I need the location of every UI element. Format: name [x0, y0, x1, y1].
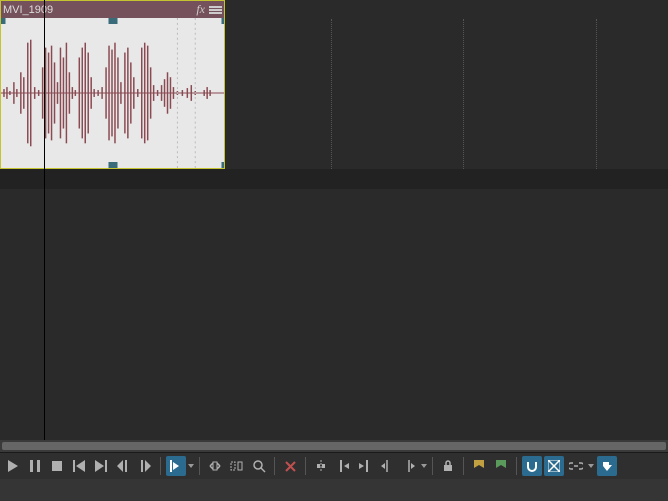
keyframe-handle-icon[interactable] [222, 162, 226, 168]
toolbar-separator [463, 457, 464, 475]
audio-clip[interactable]: MVI_1909 fx [0, 0, 225, 169]
toolbar-separator [160, 457, 161, 475]
zoom-tool-button[interactable] [249, 456, 269, 476]
link-dropdown-icon[interactable] [587, 464, 595, 468]
tool-button[interactable] [597, 456, 617, 476]
mark-in-button[interactable] [166, 456, 186, 476]
split-dropdown-icon[interactable] [420, 464, 428, 468]
clip-title-label: MVI_1909 [3, 4, 196, 16]
keyframe-handle-icon[interactable] [109, 18, 118, 24]
next-button[interactable] [91, 456, 111, 476]
step-fwd-button[interactable] [135, 456, 155, 476]
marker-green-button[interactable] [491, 456, 511, 476]
snap-button[interactable] [522, 456, 542, 476]
lock-button[interactable] [438, 456, 458, 476]
pause-button[interactable] [25, 456, 45, 476]
stop-button[interactable] [47, 456, 67, 476]
keyframe-handle-icon[interactable] [109, 162, 118, 168]
razor-button[interactable] [311, 456, 331, 476]
prev-button[interactable] [69, 456, 89, 476]
delete-button[interactable] [280, 456, 300, 476]
link-button[interactable] [566, 456, 586, 476]
toolbar-separator [199, 457, 200, 475]
clip-header[interactable]: MVI_1909 fx [1, 1, 224, 18]
play-button[interactable] [3, 456, 23, 476]
scrollbar-thumb[interactable] [2, 442, 666, 450]
toolbar-separator [305, 457, 306, 475]
split-left-button[interactable] [377, 456, 397, 476]
mark-dropdown-icon[interactable] [187, 464, 195, 468]
next-edit-button[interactable] [355, 456, 375, 476]
time-ruler-tick [463, 19, 464, 169]
playhead[interactable] [44, 0, 45, 440]
clip-menu-icon[interactable] [209, 3, 222, 16]
slip-tool-button[interactable] [205, 456, 225, 476]
toolbar-separator [274, 457, 275, 475]
marker-yellow-button[interactable] [469, 456, 489, 476]
track-separator [0, 169, 668, 189]
split-right-button[interactable] [399, 456, 419, 476]
bottom-gutter [0, 479, 668, 501]
time-ruler-tick [596, 19, 597, 169]
ripple-tool-button[interactable] [227, 456, 247, 476]
zero-cross-button[interactable] [544, 456, 564, 476]
waveform-display [1, 18, 224, 168]
fx-icon[interactable]: fx [196, 2, 205, 17]
step-back-button[interactable] [113, 456, 133, 476]
horizontal-scrollbar[interactable] [0, 440, 668, 452]
keyframe-handle-icon[interactable] [0, 18, 6, 24]
toolbar-separator [516, 457, 517, 475]
time-ruler-tick [331, 19, 332, 169]
prev-edit-button[interactable] [333, 456, 353, 476]
toolbar-separator [432, 457, 433, 475]
keyframe-handle-icon[interactable] [222, 18, 226, 24]
timeline-panel: MVI_1909 fx [0, 0, 668, 440]
transport-toolbar [0, 452, 668, 479]
